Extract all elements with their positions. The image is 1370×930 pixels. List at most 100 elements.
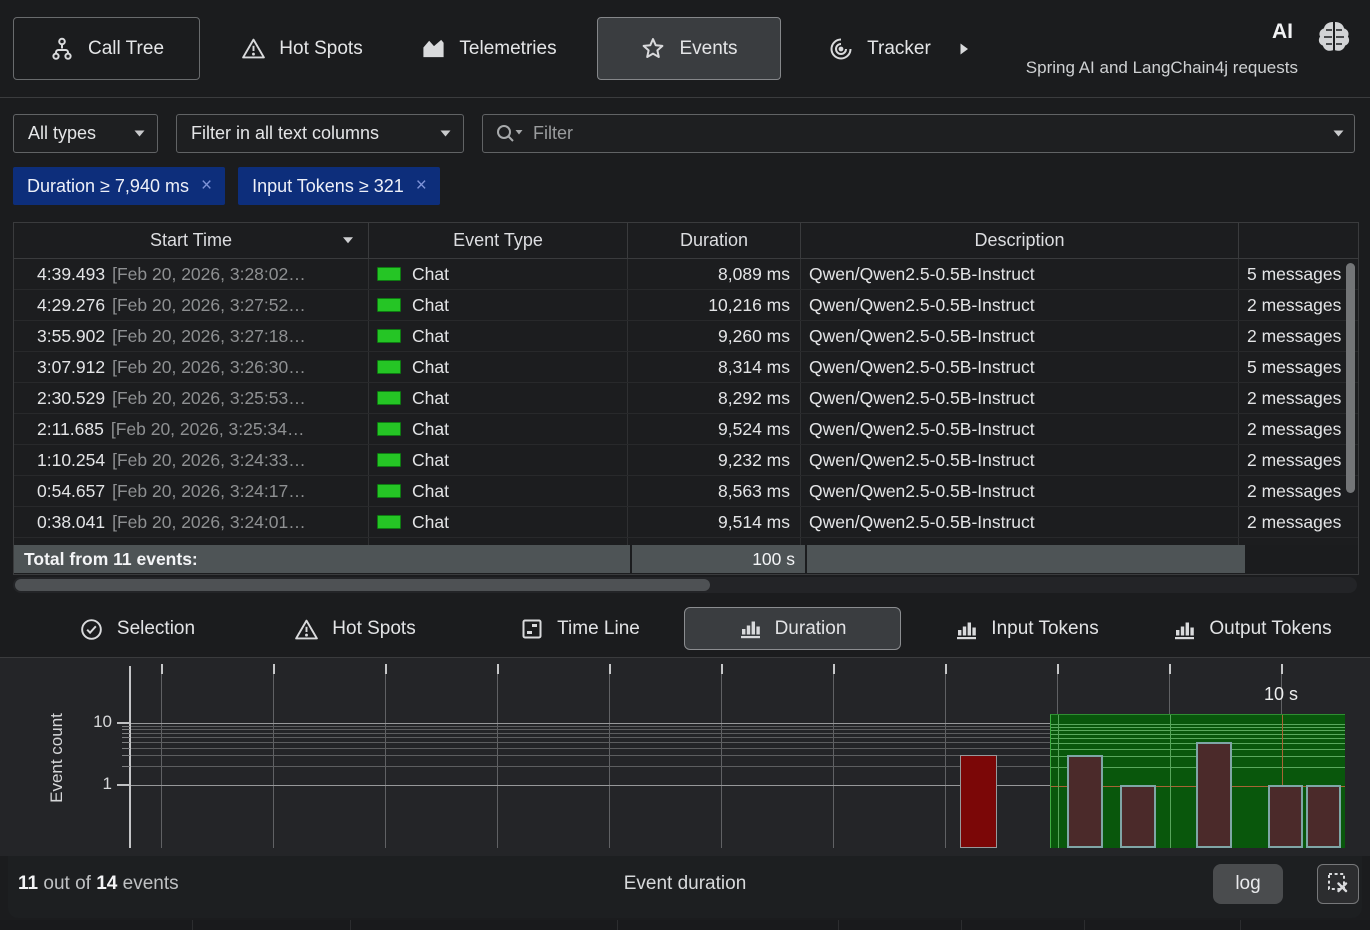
column-header-label: Description (974, 230, 1064, 251)
histogram-bar-selected[interactable] (1306, 785, 1342, 848)
view-tab-hot-spots[interactable]: Hot Spots (280, 612, 430, 646)
clear-selection-button[interactable] (1317, 864, 1359, 904)
histogram-bar-selected[interactable] (1268, 785, 1304, 848)
total-filler (807, 545, 1245, 573)
column-header-messages[interactable] (1239, 223, 1358, 258)
y-grid-line-selected (1051, 724, 1345, 725)
x-tick (161, 664, 163, 674)
tab-events[interactable]: Events (597, 17, 781, 80)
view-tab-duration[interactable]: Duration (684, 607, 901, 650)
event-type-cell: Chat (369, 259, 628, 289)
vertical-scrollbar[interactable] (1346, 263, 1355, 493)
column-header-start-time[interactable]: Start Time (14, 223, 369, 258)
filter-chip[interactable]: Duration ≥ 7,940 ms× (13, 167, 225, 205)
start-time: 4:29.276 (37, 295, 105, 316)
y-minor-tick (122, 766, 130, 767)
duration-cell: 9,260 ms (628, 321, 801, 351)
filter-search-input[interactable] (531, 122, 1323, 145)
filter-chip[interactable]: Input Tokens ≥ 321× (238, 167, 440, 205)
filter-search-box[interactable] (482, 114, 1355, 153)
histogram-bar-selected[interactable] (1120, 785, 1156, 848)
duration-cell: 9,232 ms (628, 445, 801, 475)
event-row[interactable]: 3:07.912[Feb 20, 2026, 3:26:30…Chat8,314… (14, 352, 1358, 383)
start-time-cell: 2:11.685[Feb 20, 2026, 3:25:34… (14, 414, 369, 444)
event-row[interactable]: 1:10.254[Feb 20, 2026, 3:24:33…Chat9,232… (14, 445, 1358, 476)
view-tab-output-tokens[interactable]: Output Tokens (1150, 612, 1355, 646)
start-date: [Feb 20, 2026, 3:24:01… (112, 512, 306, 533)
messages-cell: 2 messages (1239, 321, 1358, 351)
messages-cell: 2 messages (1239, 290, 1358, 320)
y-axis-label: Event count (47, 693, 67, 823)
start-date: [Feb 20, 2026, 3:24:33… (112, 450, 306, 471)
messages-cell: 2 messages (1239, 476, 1358, 506)
event-row[interactable]: 2:30.529[Feb 20, 2026, 3:25:53…Chat8,292… (14, 383, 1358, 414)
event-row[interactable]: 2:11.685[Feb 20, 2026, 3:25:34…Chat9,524… (14, 414, 1358, 445)
description-cell: Qwen/Qwen2.5-0.5B-Instruct (801, 290, 1239, 320)
tab-hot-spots[interactable]: Hot Spots (222, 17, 382, 80)
view-tab-input-tokens[interactable]: Input Tokens (933, 612, 1121, 646)
brain-icon (1311, 16, 1357, 67)
event-type: Chat (412, 512, 449, 533)
search-icon (495, 123, 525, 145)
x-grid-line-selected (1058, 715, 1059, 848)
tab-call-tree[interactable]: Call Tree (13, 17, 200, 80)
bottom-ruler-strip (0, 920, 1370, 930)
horizontal-scrollbar-track[interactable] (13, 577, 1357, 593)
description-cell: Qwen/Qwen2.5-0.5B-Instruct (801, 321, 1239, 351)
messages-cell: 2 messages (1239, 383, 1358, 413)
start-time-cell: 0:54.657[Feb 20, 2026, 3:24:17… (14, 476, 369, 506)
view-tab-label: Output Tokens (1209, 618, 1331, 640)
y-minor-tick (122, 755, 130, 756)
tab-telemetries[interactable]: Telemetries (404, 17, 574, 80)
view-tab-selection[interactable]: Selection (62, 612, 212, 646)
x-tick (385, 664, 387, 674)
event-type: Chat (412, 264, 449, 285)
tracker-icon (828, 36, 854, 62)
type-filter-value: All types (28, 123, 96, 144)
remove-filter-icon[interactable]: × (201, 175, 212, 197)
chevron-down-icon[interactable] (1333, 130, 1344, 137)
y-tick (117, 722, 130, 724)
event-row[interactable]: 0:38.041[Feb 20, 2026, 3:24:01…Chat9,514… (14, 507, 1358, 538)
column-header-event-type[interactable]: Event Type (369, 223, 628, 258)
start-time-cell: 2:30.529[Feb 20, 2026, 3:25:53… (14, 383, 369, 413)
type-filter-select[interactable]: All types (13, 114, 158, 153)
column-header-description[interactable]: Description (801, 223, 1239, 258)
histogram-bar[interactable] (960, 755, 997, 848)
start-time-cell: 3:55.902[Feb 20, 2026, 3:27:18… (14, 321, 369, 351)
event-type-cell: Chat (369, 507, 628, 537)
log-scale-button[interactable]: log (1213, 864, 1283, 904)
chevron-down-icon (440, 130, 451, 137)
event-row[interactable]: 4:39.493[Feb 20, 2026, 3:28:02…Chat8,089… (14, 259, 1358, 290)
column-header-label: Event Type (453, 230, 543, 251)
tab-label: Call Tree (88, 38, 164, 60)
x-tick (833, 664, 835, 674)
column-header-duration[interactable]: Duration (628, 223, 801, 258)
event-type-cell: Chat (369, 476, 628, 506)
event-row[interactable]: 4:29.276[Feb 20, 2026, 3:27:52…Chat10,21… (14, 290, 1358, 321)
event-type-cell: Chat (369, 414, 628, 444)
y-tick-label: 1 (70, 774, 112, 794)
duration-histogram-chart: Event count 11010 s (0, 657, 1370, 856)
remove-filter-icon[interactable]: × (416, 175, 427, 197)
status-bar: 11 out of 14 events Event duration log (8, 856, 1362, 918)
event-row[interactable]: 0:54.657[Feb 20, 2026, 3:24:17…Chat8,563… (14, 476, 1358, 507)
histogram-bar-selected[interactable] (1196, 742, 1232, 848)
horizontal-scrollbar-thumb[interactable] (15, 579, 710, 591)
histogram-bar-selected[interactable] (1067, 755, 1103, 848)
chart-x-axis-title: Event duration (8, 873, 1362, 895)
column-header-label: Start Time (150, 230, 232, 251)
top-tab-bar: Call TreeHot SpotsTelemetriesEventsTrack… (0, 0, 1370, 98)
y-tick-label: 10 (70, 712, 112, 732)
event-row[interactable]: 3:55.902[Feb 20, 2026, 3:27:18…Chat9,260… (14, 321, 1358, 352)
start-time: 1:10.254 (37, 450, 105, 471)
filter-chips: Duration ≥ 7,940 ms× Input Tokens ≥ 321× (13, 167, 440, 205)
tracker-expand-icon[interactable] (958, 41, 970, 57)
column-filter-select[interactable]: Filter in all text columns (176, 114, 464, 153)
ruler-tick (1240, 920, 1241, 930)
events-count-text: 11 out of 14 events (18, 873, 179, 895)
view-tab-time-line[interactable]: Time Line (505, 612, 655, 646)
event-type-cell: Chat (369, 321, 628, 351)
y-grid-line-selected (1051, 730, 1345, 731)
y-grid-line-selected (1051, 727, 1345, 728)
